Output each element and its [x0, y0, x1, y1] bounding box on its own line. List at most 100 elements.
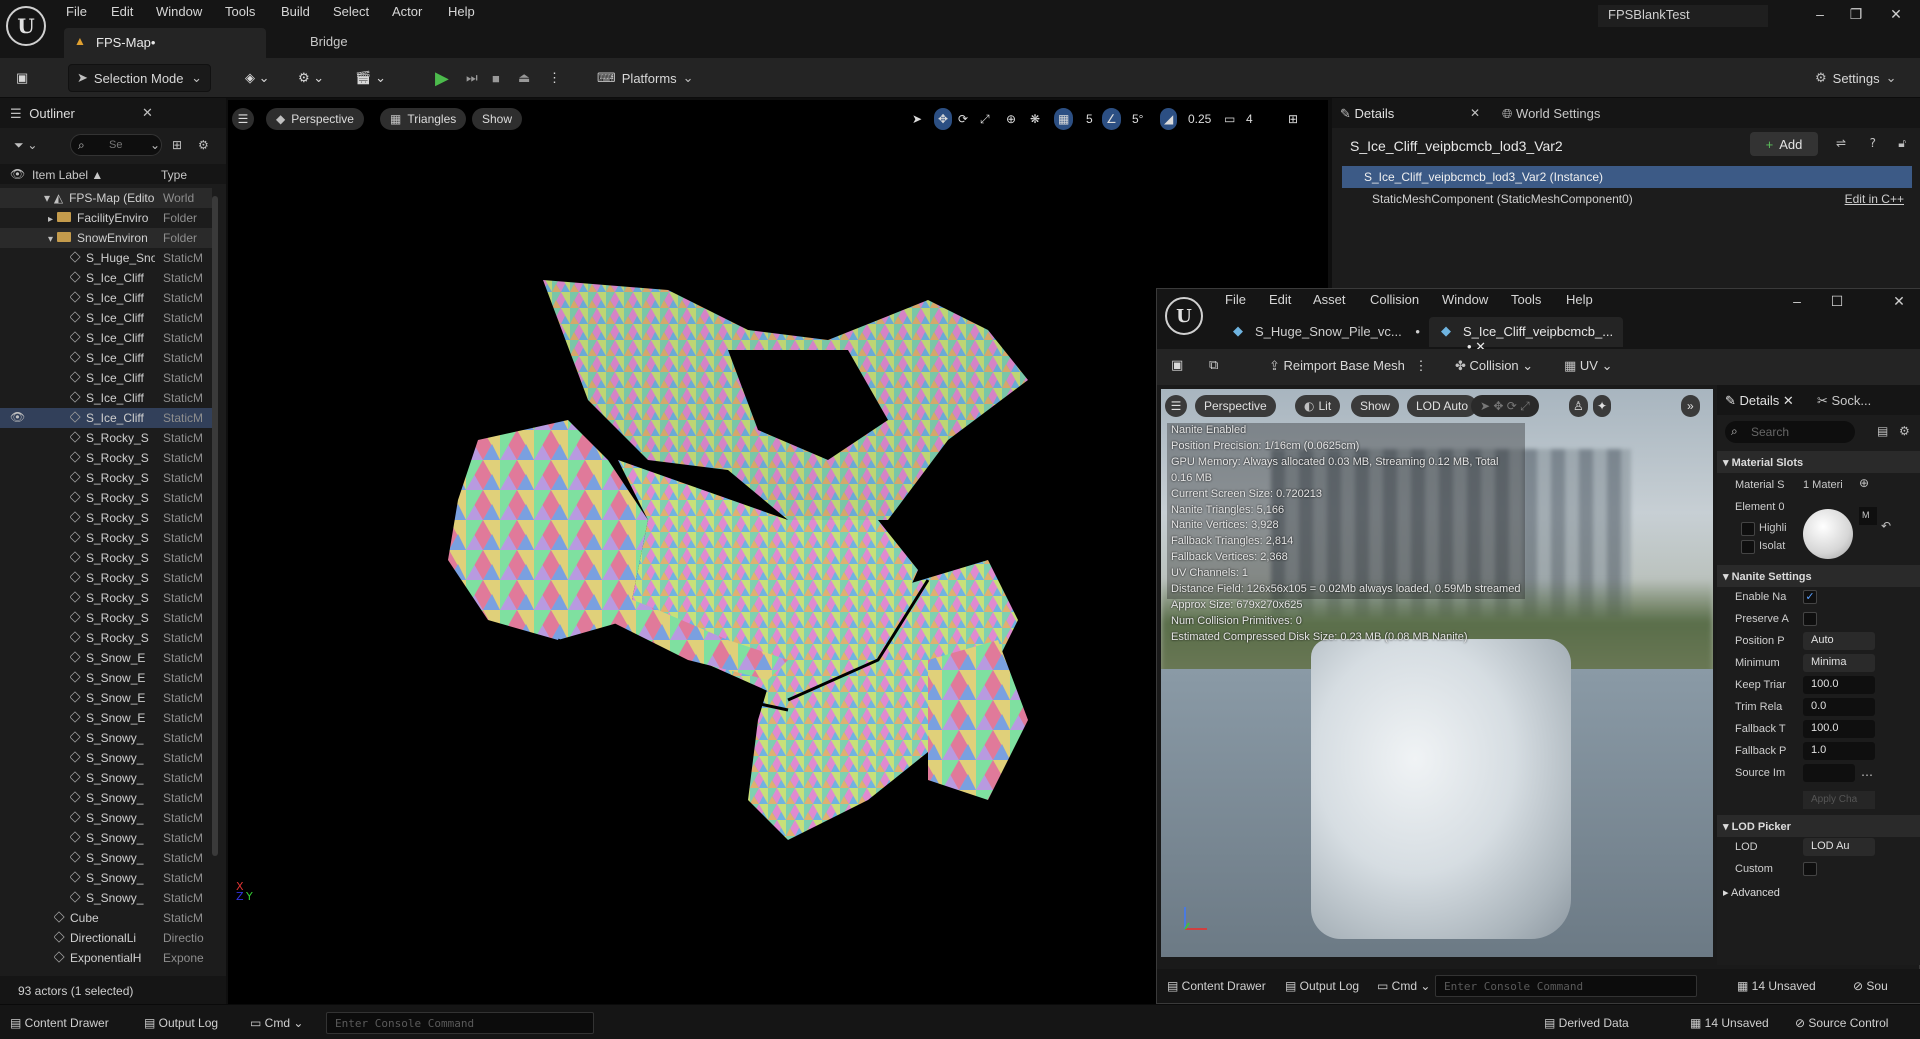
category-nanite-settings[interactable]: ▾ Nanite Settings [1717, 565, 1920, 587]
camera-icon[interactable]: ♙ [1569, 395, 1588, 417]
unreal-logo-icon[interactable]: U [1165, 297, 1203, 335]
mesh-menu-file[interactable]: File [1225, 292, 1246, 307]
apply-changes-button[interactable]: Apply Cha [1803, 791, 1875, 809]
outliner-row[interactable]: S_Snowy_ StaticM [0, 728, 212, 748]
outliner-row[interactable]: S_Rocky_S StaticM [0, 488, 212, 508]
expand-icon[interactable]: » [1681, 395, 1700, 417]
outliner-row[interactable]: S_Snowy_ StaticM [0, 828, 212, 848]
outliner-row[interactable]: S_Ice_Cliff StaticM [0, 388, 212, 408]
restore-icon[interactable]: ❐ [1846, 6, 1866, 23]
mesh-lod-button[interactable]: LOD Auto [1407, 395, 1478, 417]
source-import-input[interactable] [1803, 764, 1855, 782]
outliner-row[interactable]: S_Snowy_ StaticM [0, 848, 212, 868]
mesh-unsaved-button[interactable]: ▦ 14 Unsaved [1737, 979, 1816, 993]
enable-nanite-checkbox[interactable]: ✓ [1803, 590, 1817, 604]
mesh-content-drawer-button[interactable]: ▤ Content Drawer [1167, 979, 1266, 993]
blueprint-icon[interactable]: ⚙ ⌄ [298, 64, 324, 92]
menu-actor[interactable]: Actor [392, 4, 422, 19]
outliner-row[interactable]: S_Rocky_S StaticM [0, 528, 212, 548]
menu-build[interactable]: Build [281, 4, 310, 19]
content-drawer-button[interactable]: ▤ Content Drawer [10, 1016, 109, 1030]
add-actor-icon[interactable]: ◈ ⌄ [245, 64, 270, 92]
transform-tools-icon[interactable]: ➤ ✥ ⟳ ⤢ [1471, 395, 1539, 417]
close-icon[interactable]: ✕ [142, 106, 153, 121]
outliner-row[interactable]: S_Ice_Cliff StaticM [0, 288, 212, 308]
edit-in-cpp-link[interactable]: Edit in C++ [1845, 192, 1904, 206]
isolate-checkbox[interactable] [1741, 540, 1755, 554]
derived-data-button[interactable]: ▤ Derived Data [1544, 1016, 1629, 1030]
mesh-preview-viewport[interactable]: ☰ Perspective ◐ Lit Show LOD Auto ➤ ✥ ⟳ … [1161, 389, 1713, 957]
outliner-row[interactable]: S_Snow_E StaticM [0, 648, 212, 668]
mesh-lit-button[interactable]: ◐ Lit [1295, 395, 1341, 417]
play-icon[interactable]: ▶ [435, 64, 449, 92]
fallback-triangles-input[interactable]: 100.0 [1803, 720, 1875, 738]
more-options-icon[interactable]: ⋮ [548, 64, 561, 92]
console-input[interactable]: Enter Console Command [326, 1012, 594, 1034]
outliner-row[interactable]: ▾ SnowEnviron Folder [0, 228, 212, 248]
uv-button[interactable]: ▦ UV ⌄ [1564, 358, 1613, 374]
outliner-row[interactable]: DirectionalLi Directio [0, 928, 212, 948]
preserve-area-checkbox[interactable] [1803, 612, 1817, 626]
maximize-icon[interactable]: ☐ [1827, 293, 1847, 310]
outliner-row[interactable]: ExponentialH Expone [0, 948, 212, 968]
outliner-scrollbar[interactable] [212, 196, 218, 856]
visibility-eye-icon[interactable]: 👁︎ [10, 410, 25, 424]
help-icon[interactable]: ? [1870, 136, 1876, 150]
mesh-show-button[interactable]: Show [1351, 395, 1400, 417]
mesh-source-control-button[interactable]: ⊘ Sou [1853, 979, 1888, 993]
outliner-row[interactable]: S_Ice_Cliff StaticM [0, 308, 212, 328]
outliner-row[interactable]: S_Snow_E StaticM [0, 708, 212, 728]
gear-icon[interactable]: ⚙ [1899, 424, 1910, 438]
gear-icon[interactable]: ⚙ [198, 138, 209, 152]
tab-details[interactable]: ✎ Details [1340, 106, 1394, 122]
outliner-row[interactable]: S_Rocky_S StaticM [0, 468, 212, 488]
mesh-menu-collision[interactable]: Collision [1370, 292, 1419, 307]
unreal-logo-icon[interactable]: U [6, 6, 46, 46]
outliner-row[interactable]: S_Rocky_S StaticM [0, 448, 212, 468]
outliner-row[interactable]: S_Rocky_S StaticM [0, 508, 212, 528]
add-component-button[interactable]: + Add [1750, 132, 1818, 156]
outliner-row[interactable]: S_Rocky_S StaticM [0, 428, 212, 448]
lock-icon[interactable]: 🔓︎ [1898, 136, 1906, 151]
save-icon[interactable]: ▣ [1171, 358, 1183, 373]
outliner-row[interactable]: ▾ ◭ FPS-Map (Editor) World [0, 188, 212, 208]
tab-fps-map[interactable]: ▲ FPS-Map• [64, 28, 266, 58]
outliner-row[interactable]: S_Snowy_ StaticM [0, 768, 212, 788]
tab-bridge[interactable]: Bridge [310, 34, 348, 49]
mesh-menu-help[interactable]: Help [1566, 292, 1593, 307]
outliner-row[interactable]: S_Ice_Cliff StaticM [0, 328, 212, 348]
category-advanced[interactable]: ▸ Advanced [1717, 881, 1920, 903]
position-precision-dropdown[interactable]: Auto [1803, 632, 1875, 650]
material-picker[interactable]: M [1859, 507, 1877, 525]
cinematics-icon[interactable]: 🎬︎ ⌄ [355, 64, 386, 92]
filter-icon[interactable]: ⏷ ⌄ [14, 138, 37, 153]
outliner-row[interactable]: S_Ice_Cliff StaticM [0, 268, 212, 288]
actor-name-field[interactable]: S_Ice_Cliff_veipbcmcb_lod3_Var2 [1340, 134, 1740, 158]
menu-file[interactable]: File [66, 4, 87, 19]
hamburger-icon[interactable]: ☰ [1165, 395, 1187, 417]
close-icon[interactable]: ✕ [1470, 106, 1480, 120]
chevron-down-icon[interactable]: ⌄ [150, 138, 160, 152]
save-icon[interactable]: ▣ [16, 64, 28, 92]
menu-tools[interactable]: Tools [225, 4, 255, 19]
column-type[interactable]: Type [161, 168, 187, 182]
outliner-row[interactable]: S_Ice_Cliff StaticM [0, 368, 212, 388]
reimport-button[interactable]: ⇪ Reimport Base Mesh ⋮ [1269, 358, 1428, 374]
column-item-label[interactable]: Item Label ▲ [32, 168, 103, 182]
outliner-row[interactable]: S_Ice_Cliff StaticM 👁︎ [0, 408, 212, 428]
eject-icon[interactable]: ⏏ [518, 64, 530, 92]
more-icon[interactable]: … [1861, 765, 1873, 779]
selection-mode-dropdown[interactable]: ➤ Selection Mode ⌄ [68, 64, 211, 92]
outliner-row[interactable]: S_Ice_Cliff StaticM [0, 348, 212, 368]
outliner-row[interactable]: S_Snowy_ StaticM [0, 808, 212, 828]
new-folder-icon[interactable]: ⊞ [172, 138, 182, 152]
output-log-button[interactable]: ▤ Output Log [144, 1016, 218, 1030]
tab-ice-cliff[interactable]: ◆ S_Ice_Cliff_veipbcmcb_... • ✕ [1429, 317, 1623, 354]
outliner-row[interactable]: S_Snowy_ StaticM [0, 888, 212, 908]
outliner-tab[interactable]: ☰ Outliner ✕ [0, 98, 226, 128]
menu-edit[interactable]: Edit [111, 4, 133, 19]
tab-mesh-details[interactable]: ✎ Details ✕ [1725, 393, 1794, 409]
outliner-row[interactable]: S_Snowy_ StaticM [0, 748, 212, 768]
menu-help[interactable]: Help [448, 4, 475, 19]
collision-button[interactable]: ✤ Collision ⌄ [1455, 358, 1533, 374]
